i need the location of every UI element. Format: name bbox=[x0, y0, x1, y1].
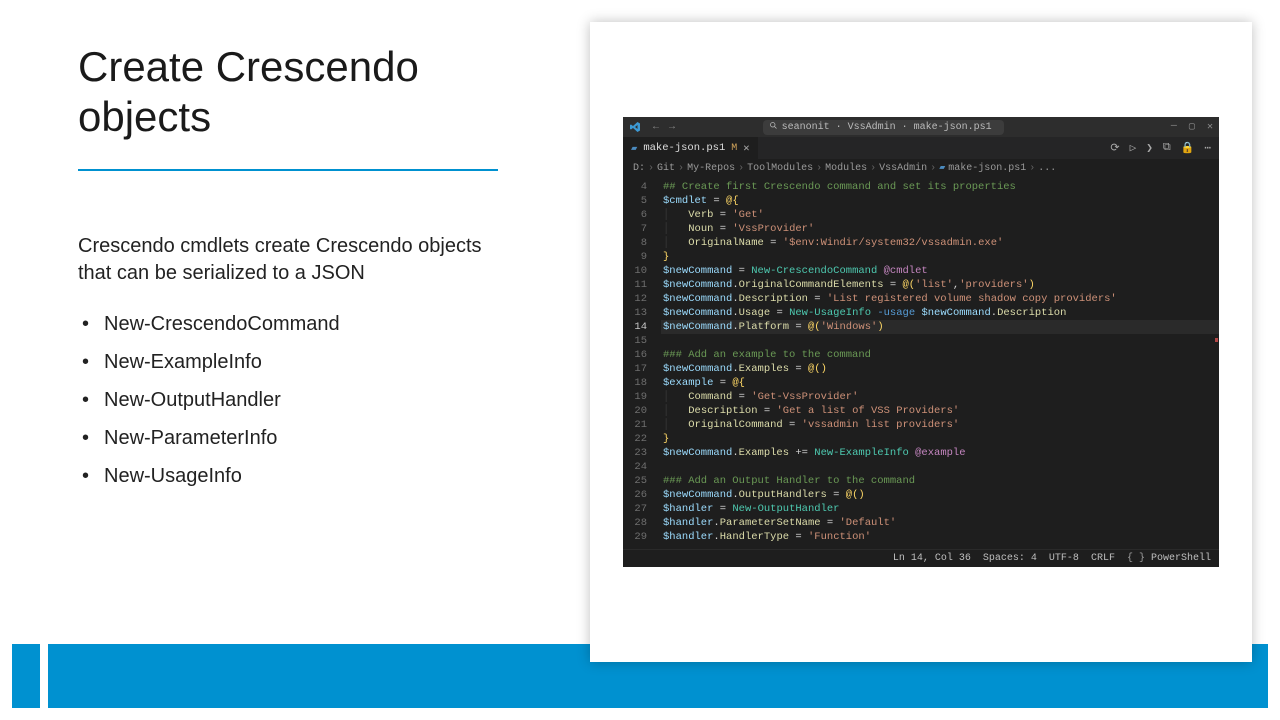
history-nav: ← → bbox=[653, 122, 675, 133]
code-line: 11$newCommand.OriginalCommandElements = … bbox=[623, 278, 1219, 292]
command-center[interactable]: seanonit · VssAdmin · make-json.ps1 bbox=[763, 120, 1004, 135]
code-lines: 4## Create first Crescendo command and s… bbox=[623, 178, 1219, 548]
overview-ruler-marker bbox=[1215, 338, 1218, 342]
status-eol[interactable]: CRLF bbox=[1091, 553, 1115, 564]
code-line: 29$handler.HandlerType = 'Function' bbox=[623, 530, 1219, 544]
breadcrumbs[interactable]: D:› Git› My-Repos› ToolModules› Modules›… bbox=[623, 159, 1219, 178]
vscode-logo-icon bbox=[629, 121, 641, 133]
status-encoding[interactable]: UTF-8 bbox=[1049, 553, 1079, 564]
crumb[interactable]: D: bbox=[633, 163, 645, 174]
crumb[interactable]: Git bbox=[657, 163, 675, 174]
code-line: 25### Add an Output Handler to the comma… bbox=[623, 474, 1219, 488]
code-line: 23$newCommand.Examples += New-ExampleInf… bbox=[623, 446, 1219, 460]
tab-git-status: M bbox=[731, 143, 737, 154]
search-icon bbox=[769, 121, 778, 134]
slide-title: Create Crescendo objects bbox=[78, 42, 508, 141]
text-column: Create Crescendo objects Crescendo cmdle… bbox=[78, 42, 508, 495]
list-item: New-OutputHandler bbox=[78, 381, 508, 419]
status-language[interactable]: { } PowerShell bbox=[1127, 553, 1211, 564]
list-item: New-CrescendoCommand bbox=[78, 305, 508, 343]
code-line: 6│ Verb = 'Get' bbox=[623, 208, 1219, 222]
editor-tab[interactable]: ▰ make-json.ps1 M ✕ bbox=[623, 137, 759, 159]
code-line: 20│ Description = 'Get a list of VSS Pro… bbox=[623, 404, 1219, 418]
close-icon[interactable]: ✕ bbox=[1207, 121, 1213, 133]
code-line: 14$newCommand.Platform = @('Windows') bbox=[623, 320, 1219, 334]
vscode-titlebar: ← → seanonit · VssAdmin · make-json.ps1 … bbox=[623, 117, 1219, 137]
statusbar: Ln 14, Col 36 Spaces: 4 UTF-8 CRLF { } P… bbox=[623, 549, 1219, 567]
slide-lead: Crescendo cmdlets create Crescendo objec… bbox=[78, 233, 508, 287]
crumb[interactable]: ToolModules bbox=[747, 163, 813, 174]
code-line: 18$example = @{ bbox=[623, 376, 1219, 390]
code-line: 12$newCommand.Description = 'List regist… bbox=[623, 292, 1219, 306]
tab-close-icon[interactable]: ✕ bbox=[743, 142, 749, 155]
crumb[interactable]: ... bbox=[1038, 163, 1056, 174]
screenshot-card: ← → seanonit · VssAdmin · make-json.ps1 … bbox=[590, 22, 1252, 662]
powershell-file-icon: ▰ bbox=[631, 142, 637, 155]
crumb[interactable]: Modules bbox=[825, 163, 867, 174]
more-actions-icon[interactable]: ⋯ bbox=[1204, 141, 1211, 155]
minimize-icon[interactable]: — bbox=[1171, 121, 1177, 133]
code-line: 15 bbox=[623, 334, 1219, 348]
code-line: 26$newCommand.OutputHandlers = @() bbox=[623, 488, 1219, 502]
list-item: New-UsageInfo bbox=[78, 457, 508, 495]
split-editor-icon[interactable]: ⧉ bbox=[1163, 142, 1171, 154]
maximize-icon[interactable]: ▢ bbox=[1189, 121, 1195, 133]
status-position[interactable]: Ln 14, Col 36 bbox=[893, 553, 971, 564]
list-item: New-ParameterInfo bbox=[78, 419, 508, 457]
code-line: 8│ OriginalName = '$env:Windir/system32/… bbox=[623, 236, 1219, 250]
vscode-window: ← → seanonit · VssAdmin · make-json.ps1 … bbox=[623, 117, 1219, 567]
list-item: New-ExampleInfo bbox=[78, 343, 508, 381]
vscode-tab-row: ▰ make-json.ps1 M ✕ ⟳ ▷ ❯ ⧉ 🔒 ⋯ bbox=[623, 137, 1219, 159]
code-line: 24 bbox=[623, 460, 1219, 474]
cmdlet-list: New-CrescendoCommand New-ExampleInfo New… bbox=[78, 305, 508, 495]
code-line: 9} bbox=[623, 250, 1219, 264]
code-line: 7│ Noun = 'VssProvider' bbox=[623, 222, 1219, 236]
powershell-file-icon: ▰ bbox=[939, 162, 945, 174]
forward-icon[interactable]: → bbox=[669, 122, 675, 133]
debug-icon[interactable]: ❯ bbox=[1146, 141, 1153, 155]
code-line: 19│ Command = 'Get-VssProvider' bbox=[623, 390, 1219, 404]
code-line: 13$newCommand.Usage = New-UsageInfo -usa… bbox=[623, 306, 1219, 320]
code-line: 10$newCommand = New-CrescendoCommand @cm… bbox=[623, 264, 1219, 278]
code-line: 16### Add an example to the command bbox=[623, 348, 1219, 362]
title-rule bbox=[78, 169, 498, 171]
command-center-text: seanonit · VssAdmin · make-json.ps1 bbox=[782, 122, 992, 133]
code-line: 27$handler = New-OutputHandler bbox=[623, 502, 1219, 516]
run-icon[interactable]: ▷ bbox=[1130, 141, 1137, 155]
crumb[interactable]: make-json.ps1 bbox=[948, 163, 1026, 174]
editor-area[interactable]: 4## Create first Crescendo command and s… bbox=[623, 178, 1219, 549]
editor-actions: ⟳ ▷ ❯ ⧉ 🔒 ⋯ bbox=[1110, 137, 1219, 159]
crumb[interactable]: My-Repos bbox=[687, 163, 735, 174]
accent-square bbox=[12, 644, 40, 708]
status-spaces[interactable]: Spaces: 4 bbox=[983, 553, 1037, 564]
lock-icon[interactable]: 🔒 bbox=[1181, 141, 1195, 155]
code-line: 21│ OriginalCommand = 'vssadmin list pro… bbox=[623, 418, 1219, 432]
run-below-icon[interactable]: ⟳ bbox=[1110, 141, 1119, 155]
crumb[interactable]: VssAdmin bbox=[879, 163, 927, 174]
code-line: 5$cmdlet = @{ bbox=[623, 194, 1219, 208]
tab-filename: make-json.ps1 bbox=[643, 142, 725, 154]
code-line: 22} bbox=[623, 432, 1219, 446]
back-icon[interactable]: ← bbox=[653, 122, 659, 133]
code-line: 28$handler.ParameterSetName = 'Default' bbox=[623, 516, 1219, 530]
code-line: 4## Create first Crescendo command and s… bbox=[623, 180, 1219, 194]
code-line: 17$newCommand.Examples = @() bbox=[623, 362, 1219, 376]
